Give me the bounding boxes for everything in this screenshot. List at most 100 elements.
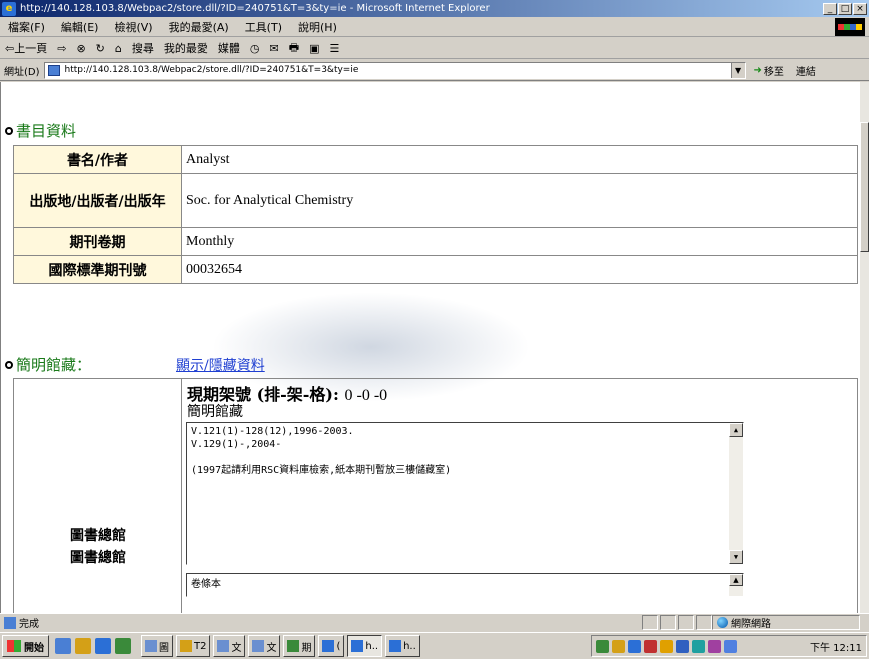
taskbar-buttons: 圖 T2 文 文 期 ( h.. h.. bbox=[141, 635, 420, 657]
menu-help[interactable]: 說明(H) bbox=[290, 19, 345, 35]
taskbar-button-label: 文 bbox=[266, 642, 277, 654]
taskbar-button[interactable]: 期 bbox=[283, 635, 316, 657]
minimize-button[interactable]: _ bbox=[823, 2, 837, 15]
search-button[interactable]: 搜尋 bbox=[127, 40, 159, 56]
media-button[interactable]: 媒體 bbox=[213, 40, 245, 56]
table-row: 書名/作者 Analyst bbox=[13, 145, 858, 174]
start-button[interactable]: 開始 bbox=[2, 635, 49, 657]
forward-button[interactable]: ⇨ bbox=[52, 42, 71, 55]
tray-icon[interactable] bbox=[628, 639, 641, 653]
app-icon bbox=[287, 640, 300, 652]
status-bar: 完成 網際網路 bbox=[0, 613, 869, 631]
scroll-up-icon[interactable]: ▲ bbox=[729, 574, 743, 586]
holdings-section-title: 簡明館藏： bbox=[5, 354, 91, 375]
table-row: 國際標準期刊號 00032654 bbox=[13, 255, 858, 284]
ie-icon bbox=[351, 640, 364, 652]
table-label: 書名/作者 bbox=[13, 145, 182, 174]
page-content: 書目資料 書名/作者 Analyst 出版地/出版者/出版年 Soc. for … bbox=[0, 82, 860, 613]
taskbar-button[interactable]: 文 bbox=[213, 635, 246, 657]
window-title: http://140.128.103.8/Webpac2/store.dll/?… bbox=[20, 3, 490, 14]
windows-flag-icon bbox=[7, 640, 21, 652]
stop-icon[interactable]: ⊗ bbox=[71, 42, 90, 55]
outlook-icon[interactable] bbox=[75, 638, 91, 654]
address-bar: 網址(D) http://140.128.103.8/Webpac2/store… bbox=[0, 60, 869, 81]
table-value: Analyst bbox=[181, 145, 858, 174]
ie-icon: e bbox=[2, 1, 16, 16]
folder-icon bbox=[180, 640, 192, 652]
start-label: 開始 bbox=[24, 642, 44, 654]
tray-icon[interactable] bbox=[724, 639, 737, 653]
page-done-icon bbox=[4, 616, 16, 629]
scroll-up-icon[interactable]: ▲ bbox=[729, 423, 743, 437]
page-scrollbar[interactable] bbox=[860, 82, 869, 613]
menu-view[interactable]: 檢視(V) bbox=[106, 19, 160, 35]
discuss-icon[interactable]: ☰ bbox=[324, 42, 344, 55]
address-input[interactable]: http://140.128.103.8/Webpac2/store.dll/?… bbox=[43, 61, 746, 79]
textarea-scrollbar[interactable]: ▲ ▼ bbox=[729, 423, 743, 564]
address-label: 網址(D) bbox=[4, 66, 40, 78]
taskbar-button[interactable]: ( bbox=[318, 635, 345, 657]
document-icon bbox=[252, 640, 265, 652]
ie-icon bbox=[389, 640, 402, 652]
print-icon[interactable]: 🖶 bbox=[284, 39, 304, 58]
menu-file[interactable]: 檔案(F) bbox=[0, 19, 53, 35]
taskbar-button-active[interactable]: h.. bbox=[347, 635, 383, 657]
taskbar-button[interactable]: h.. bbox=[385, 635, 420, 657]
menu-edit[interactable]: 編輯(E) bbox=[53, 19, 107, 35]
mail-icon[interactable]: ✉ bbox=[264, 42, 283, 55]
go-button[interactable]: ➜ 移至 bbox=[754, 63, 784, 78]
tray-icon[interactable] bbox=[612, 639, 625, 653]
menu-favorites[interactable]: 我的最愛(A) bbox=[161, 19, 237, 35]
menu-tools[interactable]: 工具(T) bbox=[237, 19, 290, 35]
refresh-icon[interactable]: ↻ bbox=[91, 42, 110, 55]
taskbar-button-label: ( bbox=[336, 640, 341, 652]
tray-icon[interactable] bbox=[692, 639, 705, 653]
holdings-box: 圖書總館 圖書總館 現期架號 (排-架-格): 0 -0 -0 簡明館藏 V.1… bbox=[13, 378, 858, 613]
quick-launch bbox=[55, 638, 131, 654]
tray-icon[interactable] bbox=[660, 639, 673, 653]
holdings-line: V.129(1)-,2004- bbox=[191, 439, 282, 450]
taskbar-button-label: 期 bbox=[301, 642, 312, 654]
tray-icon[interactable] bbox=[596, 639, 609, 653]
tray-icon[interactable] bbox=[708, 639, 721, 653]
tray-icon[interactable] bbox=[676, 639, 689, 653]
taskbar-button[interactable]: 圖 bbox=[141, 635, 173, 657]
holdings-line: V.121(1)-128(12),1996-2003. bbox=[191, 426, 354, 437]
address-url: http://140.128.103.8/Webpac2/store.dll/?… bbox=[64, 65, 359, 75]
document-icon bbox=[217, 640, 230, 652]
table-label: 國際標準期刊號 bbox=[13, 255, 182, 284]
scrollbar-thumb[interactable] bbox=[860, 122, 869, 252]
bullet-icon bbox=[5, 127, 13, 135]
media-launch-icon[interactable] bbox=[115, 638, 131, 654]
holdings-textarea[interactable]: V.121(1)-128(12),1996-2003. V.129(1)-,20… bbox=[186, 422, 744, 565]
toggle-holdings-link[interactable]: 顯示/隱藏資料 bbox=[176, 355, 265, 375]
taskbar-button[interactable]: T2 bbox=[176, 635, 211, 657]
links-button[interactable]: 連結 bbox=[796, 63, 816, 78]
table-row: 期刊卷期 Monthly bbox=[13, 227, 858, 256]
taskbar-button-label: 文 bbox=[231, 642, 242, 654]
toolbar: ⇦上一頁 ⇨ ⊗ ↻ ⌂ 搜尋 我的最愛 媒體 ◷ ✉ 🖶 ▣ ☰ bbox=[0, 38, 869, 59]
ie-launch-icon[interactable] bbox=[95, 638, 111, 654]
favorites-button[interactable]: 我的最愛 bbox=[159, 40, 213, 56]
close-button[interactable]: × bbox=[853, 2, 867, 15]
bibliographic-title: 書目資料 bbox=[16, 122, 77, 140]
clock[interactable]: 下午 12:11 bbox=[810, 639, 862, 654]
maximize-button[interactable]: □ bbox=[838, 2, 852, 15]
tray-icon[interactable] bbox=[644, 639, 657, 653]
textarea-scrollbar[interactable]: ▲ bbox=[729, 574, 743, 596]
table-label: 出版地/出版者/出版年 bbox=[13, 173, 182, 228]
edit-icon[interactable]: ▣ bbox=[304, 42, 324, 55]
ie-icon bbox=[322, 640, 335, 652]
table-value: 00032654 bbox=[181, 255, 858, 284]
home-icon[interactable]: ⌂ bbox=[110, 42, 127, 55]
address-dropdown-icon[interactable]: ▼ bbox=[730, 62, 745, 78]
ie-window: e http://140.128.103.8/Webpac2/store.dll… bbox=[0, 0, 869, 659]
history-icon[interactable]: ◷ bbox=[245, 42, 265, 55]
internet-globe-icon bbox=[717, 617, 728, 628]
back-button[interactable]: ⇦上一頁 bbox=[0, 40, 52, 56]
second-textarea[interactable]: 卷條本 ▲ bbox=[186, 573, 744, 597]
taskbar-button[interactable]: 文 bbox=[248, 635, 281, 657]
holdings-title: 簡明館藏： bbox=[16, 356, 92, 374]
desktop-icon[interactable] bbox=[55, 638, 71, 654]
scroll-down-icon[interactable]: ▼ bbox=[729, 550, 743, 564]
